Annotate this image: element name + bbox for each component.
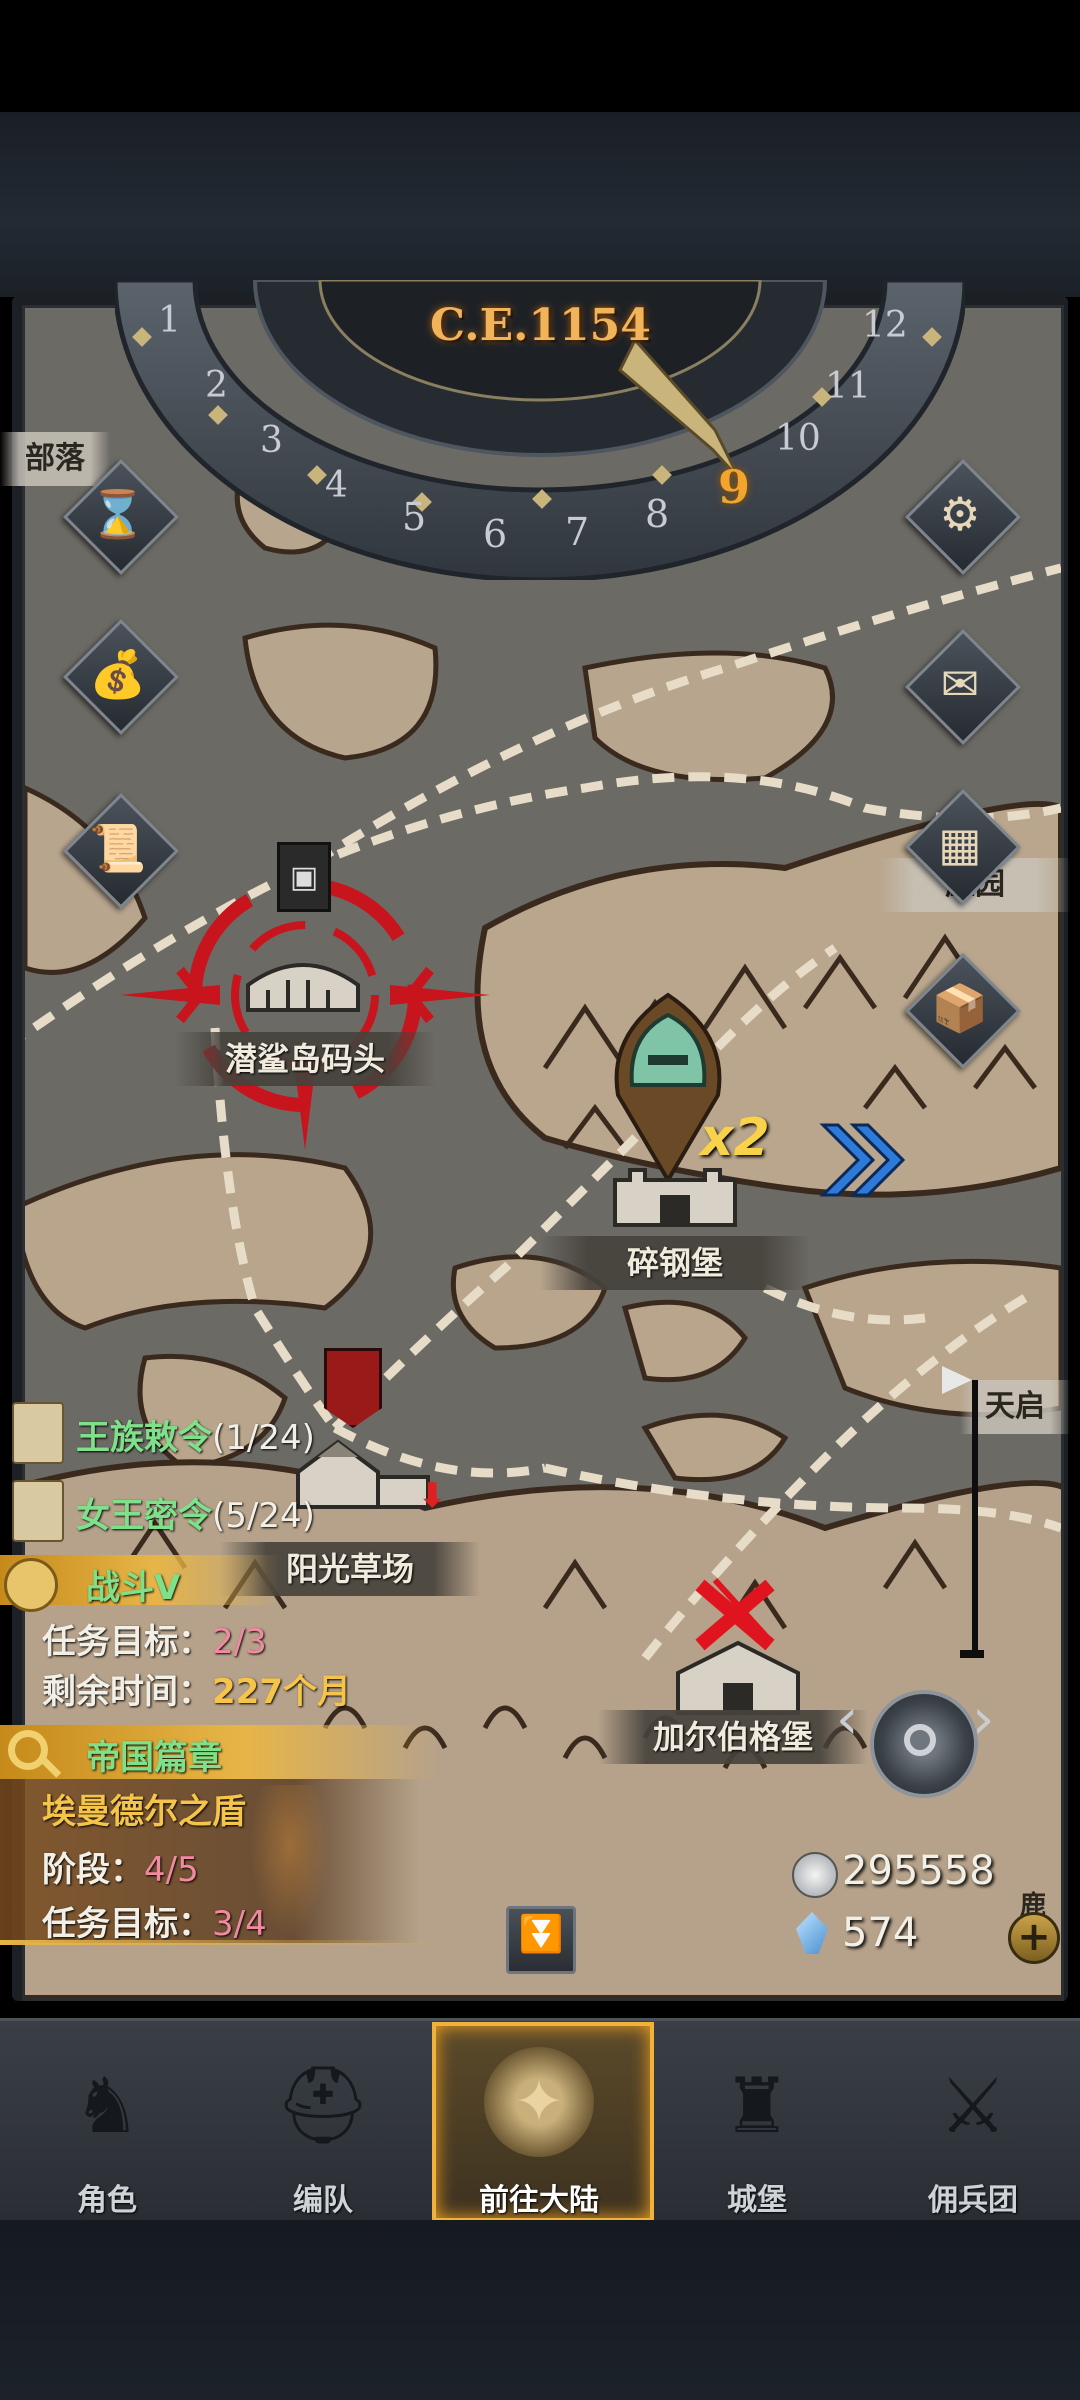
locate-button[interactable] (870, 1690, 978, 1798)
quest-battle-time-value: 227个月 (212, 1672, 351, 1712)
silver-amount: 295558 (842, 1848, 995, 1894)
quest-empire-subtitle: 埃曼德尔之盾 (42, 1792, 246, 1832)
crosshair-icon (904, 1724, 936, 1756)
royal-decree-scroll-icon (12, 1402, 64, 1464)
era-year-label: C.E.1154 (430, 300, 651, 351)
bag-button[interactable]: 💰 (63, 619, 179, 735)
chevron-left-icon[interactable]: ‹ (836, 1690, 866, 1750)
treasure-chest-icon[interactable]: ▣ (277, 842, 331, 912)
quest-empire-target: 任务目标：3/4 (42, 1896, 267, 1945)
settings-button[interactable]: ⚙ (905, 459, 1021, 575)
dial-month-11: 11 (825, 366, 871, 407)
top-band (0, 112, 1080, 297)
dial-month-8: 8 (645, 492, 670, 536)
nav-label-mercenary: 佣兵团 (928, 2183, 1018, 2218)
mail-button[interactable]: ✉ (905, 629, 1021, 745)
add-currency-button[interactable]: + (1008, 1912, 1060, 1964)
crossed-swords-icon (4, 1558, 58, 1612)
quest-empire-target-value: 3/4 (212, 1904, 267, 1944)
quest-empire-target-label: 任务目标： (42, 1904, 212, 1944)
nav-label-castle: 城堡 (727, 2183, 787, 2218)
bottom-area (0, 2220, 1080, 2400)
quest-panel-divider (0, 1940, 440, 1945)
collapse-button[interactable]: ⏬ (506, 1906, 576, 1974)
knight-icon: ♞ (72, 2060, 142, 2150)
location-label-garberg-fort[interactable]: 加尔伯格堡 (598, 1710, 868, 1764)
dial-month-current: 9 (718, 460, 751, 514)
garberg-building-icon[interactable] (668, 1638, 808, 1718)
hourglass-icon: ⌛ (89, 486, 147, 541)
status-bar-area (0, 0, 1080, 112)
crystal-amount: 574 (842, 1910, 919, 1956)
dial-month-1: 1 (158, 300, 181, 341)
location-label-shark-dock[interactable]: 潜鲨岛码头 (175, 1032, 435, 1086)
quest-battle-time: 剩余时间：227个月 (42, 1664, 351, 1713)
nav-item-formation[interactable]: ⛑ 编队 (218, 2025, 428, 2218)
progress-pole (972, 1380, 978, 1656)
dial-month-6: 6 (483, 512, 508, 556)
dial-month-10: 10 (775, 418, 821, 459)
quest-queen-order-progress: (5/24) (212, 1496, 315, 1536)
quest-battle-target: 任务目标：2/3 (42, 1614, 267, 1663)
location-label-steel-fort[interactable]: 碎钢堡 (540, 1236, 810, 1290)
envelope-icon: ✉ (940, 657, 980, 711)
helmet-icon: ⛑ (274, 2060, 372, 2149)
nav-label-formation: 编队 (293, 2183, 353, 2218)
nav-label-continent: 前往大陆 (479, 2183, 599, 2218)
quest-battle-time-label: 剩余时间： (42, 1672, 212, 1712)
chevron-down-icon: ⏬ (518, 1914, 564, 1955)
nav-item-mercenary[interactable]: ⚔ 佣兵团 (868, 2025, 1078, 2219)
nav-item-castle[interactable]: ♜ 城堡 (652, 2025, 862, 2219)
dial-month-4: 4 (325, 465, 348, 506)
quest-queen-order[interactable]: 女王密令(5/24) (76, 1488, 315, 1537)
gear-icon: ⚙ (939, 487, 981, 541)
nav-label-character: 角色 (77, 2183, 137, 2218)
dial-month-7: 7 (565, 510, 590, 554)
pole-base (960, 1650, 984, 1658)
quest-royal-decree[interactable]: 王族敕令(1/24) (76, 1410, 315, 1459)
quest-empire-title: 帝国篇章 (86, 1738, 222, 1778)
notice-board-icon: ▦ (938, 817, 982, 871)
quest-royal-decree-progress: (1/24) (212, 1418, 315, 1458)
supplies-button[interactable]: 📦 (905, 953, 1021, 1069)
chevron-right-icon[interactable]: › (972, 1690, 1002, 1750)
queen-order-scroll-icon (12, 1480, 64, 1542)
flag-icon (942, 1366, 972, 1394)
dock-building-icon[interactable] (238, 950, 368, 1020)
nav-item-character[interactable]: ♞ 角色 (2, 2025, 212, 2219)
quest-empire-stage-value: 4/5 (144, 1850, 199, 1890)
double-chevron-right-icon[interactable] (818, 1120, 908, 1200)
quest-empire-stage-label: 阶段： (42, 1850, 144, 1890)
dial-month-5: 5 (402, 495, 427, 539)
silver-coin-icon (792, 1852, 838, 1898)
fortress-building-icon[interactable] (605, 1150, 745, 1230)
quest-royal-decree-label: 王族敕令 (76, 1418, 212, 1458)
nav-item-continent[interactable]: ✦ 前往大陆 (434, 2025, 644, 2218)
compass-icon: ✦ (484, 2047, 594, 2157)
quest-battle-title: 战斗V (86, 1568, 181, 1608)
quest-empire-stage: 阶段：4/5 (42, 1842, 199, 1891)
quest-battle-target-value: 2/3 (212, 1622, 267, 1662)
hourglass-button[interactable]: ⌛ (63, 459, 179, 575)
dial-month-2: 2 (205, 365, 228, 406)
board-button[interactable]: ▦ (905, 789, 1021, 905)
castle-icon: ♜ (722, 2060, 792, 2150)
mercenary-icon: ⚔ (938, 2060, 1008, 2150)
quest-battle-target-label: 任务目标： (42, 1622, 212, 1662)
money-bag-icon: 💰 (89, 646, 147, 701)
arrow-down-icon: ⬇ (418, 1476, 447, 1516)
dial-month-3: 3 (260, 420, 283, 461)
quest-queen-order-label: 女王密令 (76, 1496, 212, 1536)
crate-icon: 📦 (931, 980, 989, 1035)
dial-month-12: 12 (862, 305, 908, 346)
